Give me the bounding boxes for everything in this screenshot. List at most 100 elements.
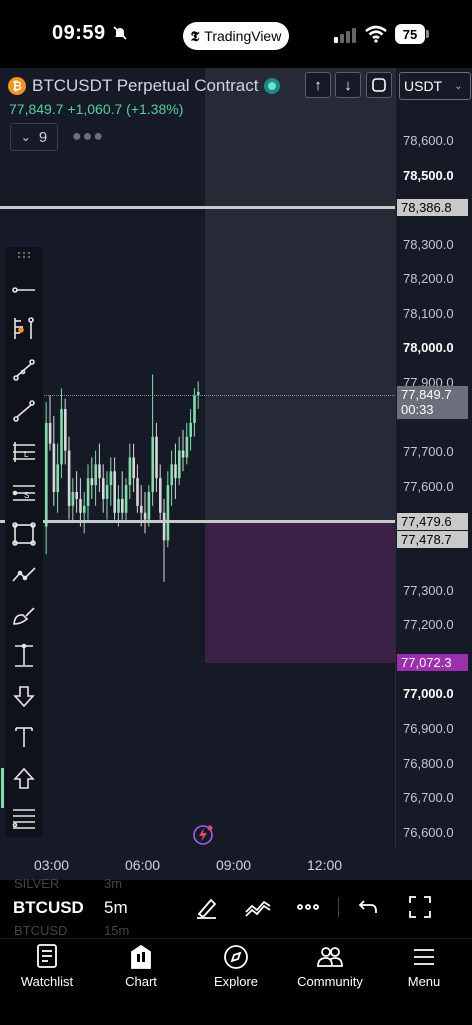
- price-tick: 78,600.0: [403, 133, 454, 148]
- candle-body: [48, 422, 52, 444]
- tradingview-pill[interactable]: 𝕿 TradingView: [183, 22, 289, 50]
- nav-explore[interactable]: Explore: [191, 942, 281, 989]
- toolbar-grip-icon[interactable]: [10, 247, 38, 263]
- candle-body: [155, 436, 158, 479]
- chart-icon: [96, 942, 186, 970]
- nav-label: Menu: [407, 974, 441, 989]
- time-label: 12:00: [307, 857, 343, 873]
- bitcoin-coin-icon: ₿: [8, 77, 26, 95]
- candle-body: [113, 471, 116, 513]
- watchlist-icon: [2, 942, 92, 970]
- short-position-icon[interactable]: S: [10, 479, 38, 507]
- candle-body: [189, 422, 192, 437]
- candle-body: [143, 512, 147, 520]
- candle-body: [117, 498, 120, 513]
- sell-arrow-button[interactable]: ↓: [335, 72, 361, 98]
- community-icon: [285, 942, 375, 970]
- more-icon[interactable]: [295, 894, 321, 920]
- wifi-icon: [365, 25, 387, 43]
- price-tick: 77,700.0: [403, 444, 454, 459]
- candle-body: [75, 492, 78, 499]
- trend-icon[interactable]: [10, 356, 38, 384]
- brush-icon[interactable]: [10, 601, 38, 629]
- candle-body: [121, 498, 124, 513]
- upper-line-label: 78,386.8: [397, 199, 468, 216]
- indicators-icon[interactable]: [244, 894, 271, 920]
- drawing-toolbar: L S: [5, 247, 43, 837]
- candle-body: [151, 436, 154, 493]
- text-icon[interactable]: [10, 723, 38, 751]
- drawing-pen-icon[interactable]: [194, 894, 220, 920]
- interval-selector[interactable]: 5m: [104, 898, 128, 918]
- nav-chart[interactable]: Chart: [96, 942, 186, 989]
- currency-select[interactable]: USDT ⌄: [399, 72, 471, 100]
- candle-body: [102, 478, 105, 499]
- price-tick: 78,300.0: [403, 237, 454, 252]
- nav-watchlist[interactable]: Watchlist: [2, 942, 92, 989]
- candle-body: [45, 422, 48, 527]
- ghost-symbol: SILVER: [14, 876, 60, 891]
- horizontal-line-upper[interactable]: [0, 206, 395, 209]
- candle-countdown: 00:33: [401, 402, 434, 417]
- nav-menu[interactable]: Menu: [379, 942, 469, 989]
- candle-body: [71, 492, 75, 506]
- nav-label: Watchlist: [20, 974, 74, 989]
- nav-community[interactable]: Community: [285, 942, 375, 989]
- more-options-icon[interactable]: ●●●: [72, 128, 104, 146]
- horizontal-line-lower[interactable]: [0, 520, 395, 523]
- last-price: 77,849.7: [9, 101, 64, 117]
- more-lines-icon[interactable]: [10, 804, 38, 832]
- compass-icon: [191, 942, 281, 970]
- zone-bottom-label: 77,072.3: [397, 654, 468, 671]
- ghost-symbol: BTCUSD: [14, 923, 68, 938]
- candle-body: [166, 485, 170, 541]
- candle-body: [94, 464, 97, 486]
- arrow-up-icon[interactable]: [10, 764, 38, 792]
- clock: 09:59: [52, 22, 106, 44]
- time-label: 03:00: [34, 857, 70, 873]
- fib-icon[interactable]: [10, 314, 38, 342]
- arrow-down-icon[interactable]: [10, 683, 38, 711]
- candle-body: [86, 478, 90, 506]
- indicators-toggle[interactable]: ⌄ 9: [10, 123, 58, 151]
- currency-value: USDT: [404, 78, 443, 94]
- candle-body: [79, 498, 82, 513]
- candle-body: [52, 443, 56, 493]
- last-price-label: 77,849.7 00:33: [397, 386, 468, 419]
- symbol-selector[interactable]: BTCUSD: [13, 898, 84, 918]
- measure-icon[interactable]: [10, 642, 38, 670]
- price-tick: 78,100.0: [403, 306, 454, 321]
- symbol-title[interactable]: BTCUSDT Perpetual Contract: [32, 76, 258, 96]
- svg-text:L: L: [24, 450, 29, 459]
- candle-body: [67, 450, 71, 506]
- price-tick: 77,000.0: [403, 686, 454, 701]
- crosshair-line-icon[interactable]: [10, 276, 38, 304]
- chevron-down-icon: ⌄: [20, 130, 31, 144]
- divider: [338, 897, 339, 917]
- nav-label: Explore: [213, 974, 259, 989]
- long-position-icon[interactable]: L: [10, 438, 38, 466]
- ray-icon[interactable]: [10, 397, 38, 425]
- price-tick: 78,000.0: [403, 340, 454, 355]
- fullscreen-icon[interactable]: [407, 894, 433, 920]
- buy-arrow-button[interactable]: ↑: [305, 72, 331, 98]
- rectangle-icon[interactable]: [10, 520, 38, 548]
- last-price-line: [44, 395, 395, 396]
- price-tick: 77,600.0: [403, 479, 454, 494]
- symbol-header[interactable]: ₿ BTCUSDT Perpetual Contract: [8, 76, 281, 96]
- bar-replay-icon[interactable]: [192, 824, 214, 846]
- path-icon[interactable]: [10, 560, 38, 588]
- ghost-interval: 15m: [104, 923, 130, 938]
- price-tick: 78,500.0: [403, 168, 454, 183]
- fullscreen-button[interactable]: [366, 72, 392, 98]
- undo-icon[interactable]: [356, 894, 382, 920]
- time-label: 06:00: [125, 857, 161, 873]
- candle-body: [159, 478, 162, 513]
- candle-body: [56, 464, 59, 493]
- price-tick: 76,900.0: [403, 721, 454, 736]
- cellular-signal-icon: [334, 28, 356, 43]
- candle-body: [170, 464, 173, 486]
- price-tick: 76,800.0: [403, 756, 454, 771]
- candle-body: [181, 450, 185, 458]
- candle-body: [140, 505, 143, 513]
